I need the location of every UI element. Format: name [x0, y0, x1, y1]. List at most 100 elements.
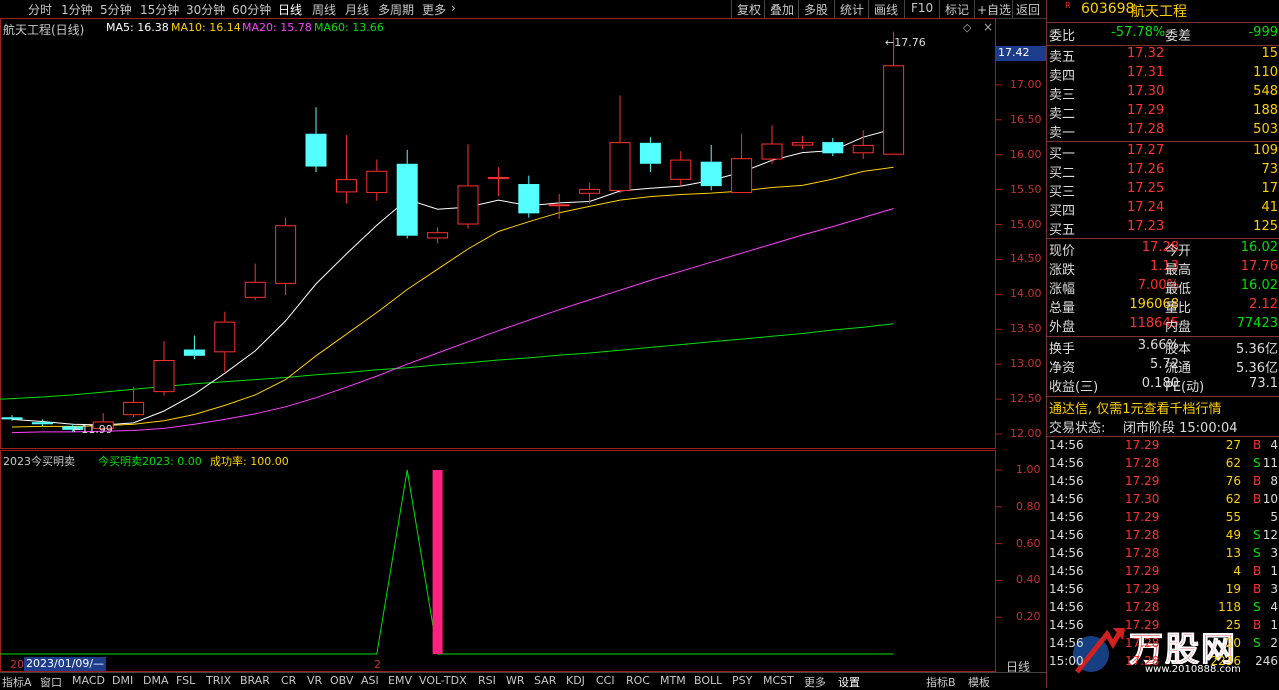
overlay-button[interactable]: 叠加 — [770, 1, 794, 18]
candle — [335, 135, 357, 204]
mark-button[interactable]: 标记 — [945, 1, 969, 18]
ask-row[interactable]: 卖二 17.29 188 — [1047, 103, 1279, 122]
candle-body-up — [214, 321, 236, 353]
bid-row[interactable]: 买二 17.26 73 — [1047, 162, 1279, 181]
indicator-tab-19[interactable]: ROC — [626, 674, 650, 687]
stat-label: 最低 — [1165, 282, 1192, 297]
y-axis-label: 12.00 — [1010, 427, 1042, 441]
draw-line-button[interactable]: 画线 — [874, 1, 898, 18]
ma60-label: MA60: 13.66 — [314, 21, 384, 34]
bid-row[interactable]: 买三 17.25 17 — [1047, 181, 1279, 200]
promo-row[interactable]: 通达信, 仅需1元查看千档行情 — [1047, 398, 1279, 417]
tick-count: 10 — [1262, 492, 1278, 506]
indicator-tab-10[interactable]: OBV — [330, 674, 353, 687]
weicha-label: 委差 — [1165, 29, 1192, 44]
indicator-tab-16[interactable]: SAR — [534, 674, 556, 687]
statistics-button[interactable]: 统计 — [840, 1, 864, 18]
ask-volume: 15 — [1261, 46, 1278, 61]
ask-volume: 188 — [1253, 103, 1278, 118]
indicator-tab-6[interactable]: TRIX — [206, 674, 231, 687]
tick-price: 17.29 — [1125, 474, 1160, 488]
indicator-y-axis-label: 0.80 — [1016, 499, 1041, 513]
tick-time: 14:56 — [1049, 564, 1084, 578]
ask-row[interactable]: 卖一 17.28 503 — [1047, 122, 1279, 141]
chevron-right-icon[interactable]: › — [451, 1, 456, 15]
indicator-tab-2[interactable]: MACD — [72, 674, 105, 687]
indicator-tab-8[interactable]: CR — [281, 674, 296, 687]
candle-body-down — [518, 184, 540, 214]
y-axis-label: 17.00 — [1010, 77, 1042, 91]
indicator-tab-13[interactable]: VOL-TDX — [419, 674, 467, 687]
indicator-tab-11[interactable]: ASI — [361, 674, 379, 687]
tick-row: 14:56 17.29 55 5 — [1047, 510, 1279, 528]
tick-price: 17.29 — [1125, 438, 1160, 452]
candle-body-up — [548, 204, 570, 207]
multi-stock-button[interactable]: 多股 — [804, 1, 828, 18]
indicator-tab-3[interactable]: DMI — [112, 674, 133, 687]
candle — [639, 137, 661, 173]
tab-daily[interactable]: 日线 — [278, 1, 303, 19]
tab-60min[interactable]: 60分钟 — [232, 1, 271, 18]
indicator-tab-23[interactable]: MCST — [763, 674, 794, 687]
indicator-tab-9[interactable]: VR — [307, 674, 322, 687]
tab-1min[interactable]: 1分钟 — [61, 1, 93, 18]
tick-sell-flag: S — [1253, 456, 1261, 470]
toolbar-divider — [764, 0, 765, 18]
y-axis-label: 14.50 — [1010, 252, 1042, 266]
add-watchlist-button[interactable]: +自选 — [977, 1, 1011, 18]
candle-body-down — [822, 142, 844, 154]
toolbar-divider — [904, 0, 905, 18]
tick-volume: 27 — [1225, 438, 1241, 452]
tab-weekly[interactable]: 周线 — [312, 1, 336, 18]
indicator-tab-17[interactable]: KDJ — [566, 674, 585, 687]
high-price-label: 17.76 — [894, 36, 926, 49]
bid-row[interactable]: 买四 17.24 41 — [1047, 200, 1279, 219]
candle — [579, 182, 601, 204]
indicator-tab-12[interactable]: EMV — [388, 674, 412, 687]
tick-count: 2 — [1270, 636, 1278, 650]
tick-count: 4 — [1270, 600, 1278, 614]
bid-row[interactable]: 买一 17.27 109 — [1047, 143, 1279, 162]
ask-row[interactable]: 卖四 17.31 110 — [1047, 65, 1279, 84]
tab-fenshi[interactable]: 分时 — [28, 1, 52, 18]
stat-label: 最高 — [1165, 263, 1192, 278]
tab-more[interactable]: 更多 — [422, 1, 446, 18]
tab-15min[interactable]: 15分钟 — [140, 1, 179, 18]
kline-chart-area[interactable]: 航天工程(日线) MA5: 16.38 MA10: 16.14 MA20: 15… — [0, 18, 1048, 688]
indicator-tab-4[interactable]: DMA — [143, 674, 169, 687]
tick-row: 14:56 17.28 20 S 2 — [1047, 636, 1279, 654]
candle-body-down — [700, 161, 722, 187]
close-icon[interactable]: × — [983, 20, 993, 34]
indicator-tab-20[interactable]: MTM — [660, 674, 686, 687]
tick-time: 14:56 — [1049, 456, 1084, 470]
bid-price: 17.27 — [1127, 143, 1165, 158]
kline-chart-svg[interactable] — [0, 18, 1046, 688]
tick-volume: 25 — [1225, 618, 1241, 632]
tick-buy-flag: B — [1253, 474, 1262, 488]
indicator-tab-5[interactable]: FSL — [176, 674, 195, 687]
indicator-tab-21[interactable]: BOLL — [694, 674, 722, 687]
indicator-tab-15[interactable]: WR — [506, 674, 525, 687]
indicator-tab-22[interactable]: PSY — [732, 674, 752, 687]
trade-state-row: 交易状态: 闭市阶段 15:00:04 — [1047, 417, 1279, 436]
promo-text[interactable]: 通达信, 仅需1元查看千档行情 — [1049, 398, 1222, 417]
indicator-tab-18[interactable]: CCI — [596, 674, 615, 687]
diamond-icon[interactable]: ◇ — [963, 21, 971, 34]
tick-row: 14:56 17.30 62 B 10 — [1047, 492, 1279, 510]
back-button[interactable]: 返回 — [1016, 1, 1040, 18]
indicator-tab-14[interactable]: RSI — [478, 674, 496, 687]
stat-label: 涨幅 — [1049, 282, 1076, 297]
tab-monthly[interactable]: 月线 — [345, 1, 369, 18]
tab-30min[interactable]: 30分钟 — [186, 1, 225, 18]
fuquan-button[interactable]: 复权 — [737, 1, 761, 18]
tab-5min[interactable]: 5分钟 — [100, 1, 132, 18]
indicator-tab-7[interactable]: BRAR — [240, 674, 270, 687]
signal-line — [0, 469, 894, 655]
ask-row[interactable]: 卖五 17.32 15 — [1047, 46, 1279, 65]
f10-button[interactable]: F10 — [911, 1, 933, 15]
bid-row[interactable]: 买五 17.23 125 — [1047, 219, 1279, 238]
candle-body-up — [731, 158, 753, 194]
ask-row[interactable]: 卖三 17.30 548 — [1047, 84, 1279, 103]
y-axis-label: 13.00 — [1010, 357, 1042, 371]
tab-multi-period[interactable]: 多周期 — [378, 1, 414, 18]
